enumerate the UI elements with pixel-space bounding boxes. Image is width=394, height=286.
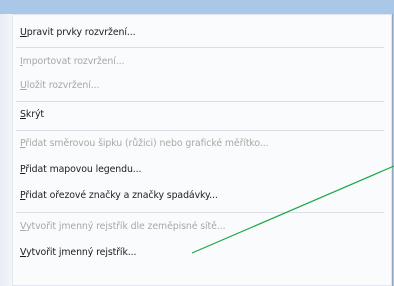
menu-item-edit-layout-elements[interactable]: Upravit prvky rozvržení... xyxy=(20,23,136,43)
menu-gutter xyxy=(0,14,13,286)
menu-item-create-name-index[interactable]: Vytvořit jmenný rejstřík... xyxy=(20,243,137,263)
menu-item-label: ytvořit jmenný rejstřík... xyxy=(26,247,137,258)
menu-item-label: mportovat rozvržení... xyxy=(22,56,125,67)
menu-separator xyxy=(16,212,384,213)
menu-item-save-layout[interactable]: Uložit rozvržení... xyxy=(20,76,99,96)
menu-item-hide[interactable]: Skrýt xyxy=(20,105,44,125)
menu-item-label: krýt xyxy=(25,109,44,120)
menu-item-label: ložit rozvržení... xyxy=(26,80,100,91)
menu-item-label: řidat směrovou šipku (růžici) nebo grafi… xyxy=(25,138,269,149)
mnemonic: U xyxy=(20,27,27,38)
context-menu: Upravit prvky rozvržení... Importovat ro… xyxy=(0,14,393,286)
menu-item-add-crop-marks[interactable]: Přidat ořezové značky a značky spadávky.… xyxy=(20,186,218,206)
menu-item-create-grid-index[interactable]: Vytvořit jmenný rejstřík dle zeměpisné s… xyxy=(20,217,226,237)
menu-item-import-layout[interactable]: Importovat rozvržení... xyxy=(20,52,124,72)
menu-separator xyxy=(16,101,384,102)
menu-item-label: řidat ořezové značky a značky spadávky..… xyxy=(25,190,218,201)
menu-separator xyxy=(16,130,384,131)
menu-separator xyxy=(16,47,384,48)
menu-item-label: ytvořit jmenný rejstřík dle zeměpisné sí… xyxy=(26,221,226,232)
menu-item-add-map-legend[interactable]: Přidat mapovou legendu... xyxy=(20,160,142,180)
menu-item-add-north-arrow[interactable]: Přidat směrovou šipku (růžici) nebo graf… xyxy=(20,134,269,154)
menu-item-label: řidat mapovou legendu... xyxy=(25,164,142,175)
menu-item-label: pravit prvky rozvržení... xyxy=(26,27,136,38)
mnemonic: U xyxy=(20,80,27,91)
